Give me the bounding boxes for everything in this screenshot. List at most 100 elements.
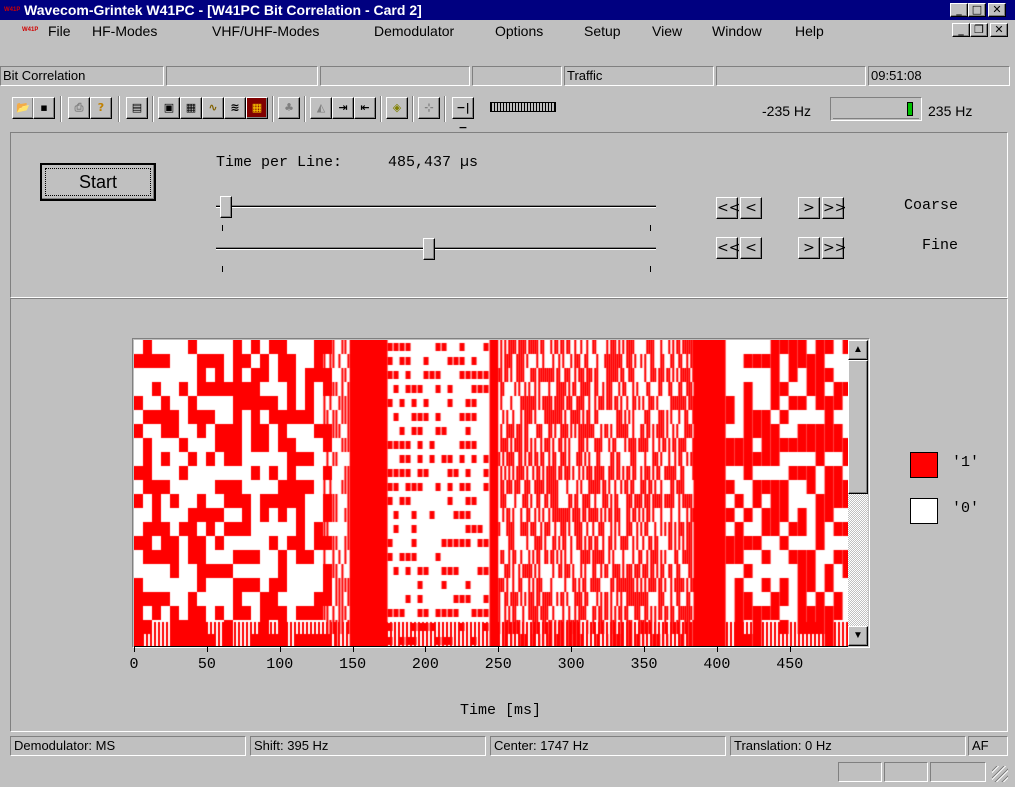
child-close-icon[interactable]: ✕ [990, 23, 1008, 37]
x-tick-mark [644, 646, 645, 652]
menu-bar: W41PC File HF-Modes VHF/UHF-Modes Demodu… [0, 20, 1015, 42]
help-icon[interactable]: ? [90, 97, 112, 119]
indicator-1 [838, 762, 882, 782]
menu-demodulator[interactable]: Demodulator [374, 23, 454, 39]
menu-view[interactable]: View [652, 23, 682, 39]
scroll-thumb[interactable] [848, 360, 868, 494]
x-tick-label: 450 [776, 656, 804, 673]
tune-icon[interactable]: ♣ [278, 97, 300, 119]
menu-file[interactable]: File [48, 23, 71, 39]
scroll-down-icon[interactable]: ▼ [848, 626, 868, 646]
save-icon[interactable]: ▪ [33, 97, 55, 119]
legend-zero-label: '0' [952, 500, 980, 517]
tuning-marker [907, 102, 913, 116]
legend-one-label: '1' [952, 454, 980, 471]
maximize-icon[interactable]: □ [968, 3, 986, 17]
x-tick-label: 200 [411, 656, 439, 673]
x-tick-mark [134, 646, 135, 652]
app-icon[interactable]: W41PC [4, 2, 20, 18]
signal-icon[interactable]: ∿ [202, 97, 224, 119]
legend-zero-swatch [910, 498, 938, 524]
start-button[interactable]: Start [40, 163, 156, 201]
clock: 09:51:08 [868, 66, 1010, 86]
document-icon[interactable]: W41PC [22, 22, 38, 38]
scroll-up-icon[interactable]: ▲ [848, 340, 868, 360]
shift-left-icon[interactable]: ⇥ [332, 97, 354, 119]
x-tick-label: 100 [266, 656, 294, 673]
x-tick-mark [716, 646, 718, 652]
x-tick-mark [498, 646, 500, 652]
marker-icon[interactable]: −|− [452, 97, 474, 134]
x-tick-mark [206, 646, 208, 652]
x-tick-label: 0 [129, 656, 139, 673]
time-per-line-value: 485,437 µs [388, 154, 479, 171]
x-tick-label: 400 [703, 656, 731, 673]
waterfall-icon[interactable]: ≋ [224, 97, 246, 119]
close-icon[interactable]: ✕ [988, 3, 1006, 17]
x-tick-mark [789, 646, 791, 652]
bar-icon [490, 102, 556, 112]
mode-status: Bit Correlation [0, 66, 164, 86]
target-icon[interactable]: ◈ [386, 97, 408, 119]
x-tick-label: 250 [484, 656, 512, 673]
menu-options[interactable]: Options [495, 23, 543, 39]
fine-fast-back-button[interactable]: << [716, 237, 740, 259]
coarse-slider-track [216, 205, 656, 208]
print-icon[interactable]: ⎙ [68, 97, 90, 119]
bit-correlation-heatmap [134, 340, 848, 646]
coarse-fast-forward-button[interactable]: >> [822, 197, 846, 219]
x-tick-label: 50 [197, 656, 216, 673]
fine-label: Fine [922, 237, 959, 254]
resize-grip-icon[interactable] [992, 766, 1008, 782]
freq-min-label: -235 Hz [762, 103, 812, 119]
resize-icon[interactable]: ⊹ [418, 97, 440, 119]
shift-right-icon[interactable]: ⇤ [354, 97, 376, 119]
keyboard-icon[interactable]: ▦ [180, 97, 202, 119]
correlation-icon[interactable]: ▦ [246, 97, 268, 119]
indicator-2 [884, 762, 928, 782]
fine-slider-thumb[interactable] [422, 238, 435, 260]
menu-window[interactable]: Window [712, 23, 762, 39]
menu-setup[interactable]: Setup [584, 23, 621, 39]
status-field-2 [166, 66, 318, 86]
tuning-indicator [830, 97, 922, 121]
menu-help[interactable]: Help [795, 23, 824, 39]
fine-fast-forward-button[interactable]: >> [822, 237, 846, 259]
control-panel [10, 132, 1008, 298]
x-tick-mark [352, 646, 354, 652]
traffic-status: Traffic [564, 66, 714, 86]
fine-back-button[interactable]: < [740, 237, 762, 259]
fine-forward-button[interactable]: > [798, 237, 820, 259]
open-icon[interactable]: 📂 [12, 97, 34, 119]
coarse-fast-back-button[interactable]: << [716, 197, 740, 219]
minimize-icon[interactable]: _ [950, 3, 968, 17]
menu-hf-modes[interactable]: HF-Modes [92, 23, 157, 39]
table-icon[interactable]: ▤ [126, 97, 148, 119]
menu-vhf-uhf-modes[interactable]: VHF/UHF-Modes [212, 23, 319, 39]
child-minimize-icon[interactable]: _ [952, 23, 970, 37]
spectrum-icon[interactable]: ◭ [310, 97, 332, 119]
x-tick-label: 150 [339, 656, 367, 673]
vertical-scrollbar[interactable]: ▲ ▼ [848, 340, 868, 646]
demodulator-status: Demodulator: MS [10, 736, 246, 756]
x-tick-mark [279, 646, 281, 652]
time-per-line-label: Time per Line: [216, 154, 343, 171]
center-status: Center: 1747 Hz [490, 736, 726, 756]
x-axis-label: Time [ms] [460, 702, 542, 719]
x-tick-label: 350 [630, 656, 658, 673]
status-field-3 [320, 66, 470, 86]
af-status: AF [968, 736, 1008, 756]
coarse-forward-button[interactable]: > [798, 197, 820, 219]
legend-one-swatch [910, 452, 938, 478]
x-tick-mark [425, 646, 427, 652]
window-title: Wavecom-Grintek W41PC - [W41PC Bit Corre… [24, 2, 422, 18]
x-tick-label: 300 [557, 656, 585, 673]
fine-slider-track [216, 247, 656, 250]
shift-status: Shift: 395 Hz [250, 736, 486, 756]
status-field-4 [472, 66, 562, 86]
child-restore-icon[interactable]: ❐ [970, 23, 988, 37]
coarse-back-button[interactable]: < [740, 197, 762, 219]
display-icon[interactable]: ▣ [158, 97, 180, 119]
status-field-6 [716, 66, 866, 86]
coarse-slider-thumb[interactable] [220, 196, 233, 218]
